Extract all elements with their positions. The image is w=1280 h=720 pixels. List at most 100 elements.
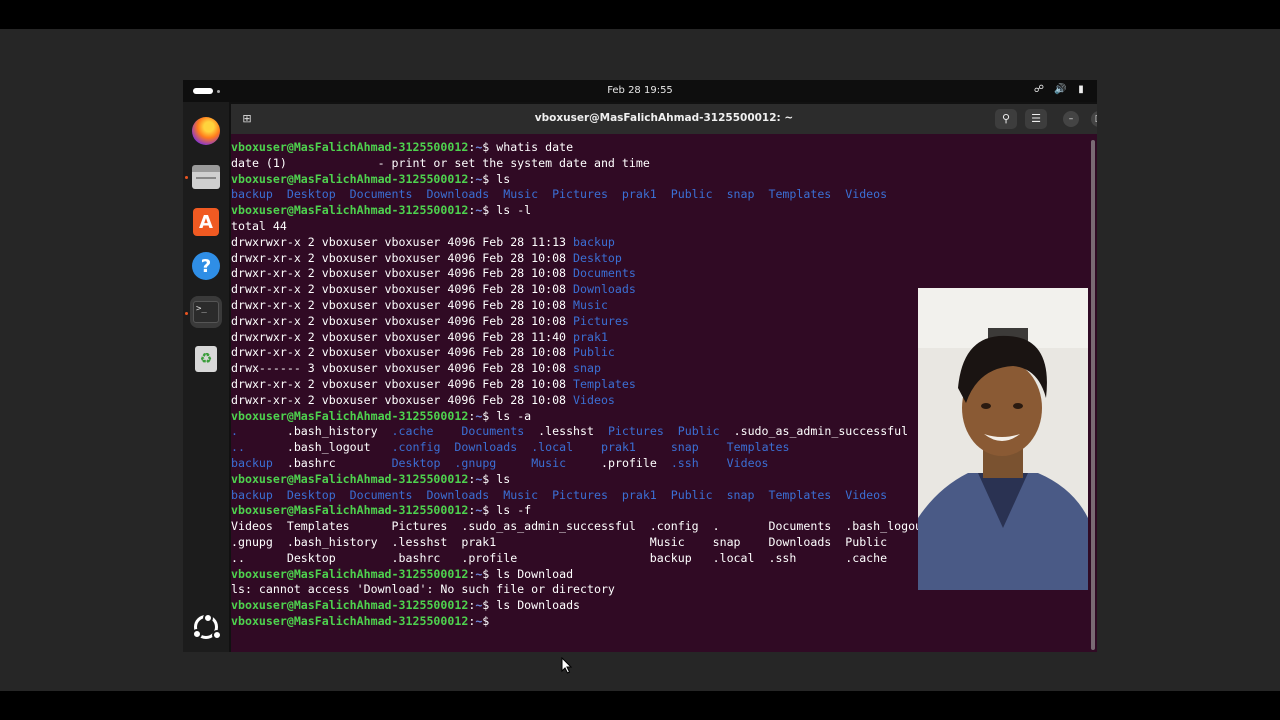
directory-name: backup Desktop Documents Downloads Music… xyxy=(231,187,888,202)
directory-name: Public xyxy=(573,345,615,360)
directory-name: Videos xyxy=(573,392,615,407)
output-text: ls: cannot access 'Download': No such fi… xyxy=(231,582,615,597)
prompt-user: vboxuser@MasFalichAhmad-3125500012 xyxy=(231,613,469,628)
directory-name: Pictures xyxy=(573,313,629,328)
files-icon xyxy=(192,165,220,189)
directory-name: .. xyxy=(231,440,245,455)
command-text: whatis date xyxy=(496,140,574,154)
letterbox-top xyxy=(0,0,1280,29)
prompt-user: vboxuser@MasFalichAhmad-3125500012 xyxy=(231,471,469,486)
network-icon[interactable]: ☍ xyxy=(1033,84,1045,95)
directory-name: .config xyxy=(391,440,441,455)
directory-name: Music xyxy=(531,455,567,470)
output-text: .lesshst xyxy=(524,424,608,439)
directory-name: .gnupg xyxy=(454,455,497,470)
dock-files[interactable] xyxy=(190,161,222,193)
search-icon[interactable]: ⚲ xyxy=(995,109,1017,129)
prompt-symbol: $ xyxy=(482,503,497,518)
directory-name: snap xyxy=(670,440,699,455)
clock[interactable]: Feb 28 19:55 xyxy=(183,85,1097,96)
directory-name: Pictures xyxy=(607,424,664,439)
output-text: total 44 xyxy=(231,218,287,233)
dock-app-center[interactable]: A xyxy=(190,206,222,238)
output-text: drwxr-xr-x 2 vboxuser vboxuser 4096 Feb … xyxy=(231,345,574,360)
system-tray[interactable]: ☍ 🔊 ▮ xyxy=(1033,84,1087,95)
output-text: .. Desktop .bashrc .profile backup .loca… xyxy=(231,550,888,565)
dock-help[interactable]: ? xyxy=(190,250,222,282)
directory-name: Templates xyxy=(573,376,636,391)
directory-name: Desktop xyxy=(573,250,622,265)
prompt-user: vboxuser@MasFalichAhmad-3125500012 xyxy=(231,566,469,581)
volume-icon[interactable]: 🔊 xyxy=(1054,84,1066,95)
output-text: date (1) - print or set the system date … xyxy=(231,155,650,170)
show-apps-button[interactable] xyxy=(190,611,222,643)
terminal-titlebar[interactable]: ⊞ vboxuser@MasFalichAhmad-3125500012: ~ … xyxy=(231,104,1097,134)
directory-name: prak1 xyxy=(573,329,608,344)
terminal-output-line: drwxrwxr-x 2 vboxuser vboxuser 4096 Feb … xyxy=(231,235,1097,251)
command-text: ls Download xyxy=(496,566,574,581)
terminal-output-line: total 44 xyxy=(231,219,1097,235)
dock: A ? >_ ♻ xyxy=(183,102,229,652)
directory-name: Videos xyxy=(726,455,769,470)
dock-trash[interactable]: ♻ xyxy=(190,343,222,375)
hamburger-icon[interactable]: ☰ xyxy=(1025,109,1047,129)
dock-firefox[interactable] xyxy=(190,115,222,147)
directory-name: .local xyxy=(531,440,574,455)
command-text: ls -a xyxy=(496,408,532,423)
maximize-icon[interactable]: □ xyxy=(1091,111,1097,127)
prompt-symbol: $ xyxy=(482,566,497,581)
prompt-symbol: $ xyxy=(482,203,497,218)
directory-name: .cache xyxy=(391,424,434,439)
ubuntu-logo-icon xyxy=(192,613,222,640)
directory-name: .ssh xyxy=(670,455,699,470)
directory-name: Desktop xyxy=(391,455,441,470)
directory-name: prak1 xyxy=(601,440,636,455)
output-text: drwx------ 3 vboxuser vboxuser 4096 Feb … xyxy=(231,361,574,376)
directory-name: backup xyxy=(573,234,615,249)
output-text: drwxr-xr-x 2 vboxuser vboxuser 4096 Feb … xyxy=(231,266,574,281)
directory-name: Downloads xyxy=(573,282,636,297)
output-text: drwxr-xr-x 2 vboxuser vboxuser 4096 Feb … xyxy=(231,313,574,328)
minimize-icon[interactable]: – xyxy=(1063,111,1079,127)
battery-icon[interactable]: ▮ xyxy=(1075,84,1087,95)
output-text: drwxr-xr-x 2 vboxuser vboxuser 4096 Feb … xyxy=(231,282,574,297)
terminal-command-line: vboxuser@MasFalichAhmad-3125500012:~$ ls xyxy=(231,172,1097,188)
prompt-symbol: $ xyxy=(482,471,497,486)
mouse-pointer-icon xyxy=(561,657,573,674)
output-text: drwxr-xr-x 2 vboxuser vboxuser 4096 Feb … xyxy=(231,297,574,312)
output-text: drwxr-xr-x 2 vboxuser vboxuser 4096 Feb … xyxy=(231,376,574,391)
directory-name: Downloads xyxy=(454,440,518,455)
directory-name: backup Desktop Documents Downloads Music… xyxy=(231,487,888,502)
output-text: Videos Templates Pictures .sudo_as_admin… xyxy=(231,519,930,534)
running-indicator xyxy=(185,176,188,179)
terminal-output-line: drwxr-xr-x 2 vboxuser vboxuser 4096 Feb … xyxy=(231,251,1097,267)
webcam-person-image xyxy=(918,288,1088,590)
command-text: ls xyxy=(496,171,511,186)
terminal-scrollbar[interactable] xyxy=(1091,140,1095,650)
dock-terminal[interactable]: >_ xyxy=(190,296,222,328)
output-text: drwxrwxr-x 2 vboxuser vboxuser 4096 Feb … xyxy=(231,234,574,249)
prompt-symbol: $ xyxy=(482,171,497,186)
prompt-user: vboxuser@MasFalichAhmad-3125500012 xyxy=(231,203,469,218)
directory-name: backup xyxy=(231,455,273,470)
prompt-user: vboxuser@MasFalichAhmad-3125500012 xyxy=(231,140,469,154)
output-text: .bash_history xyxy=(237,424,392,439)
terminal-output-line: backup Desktop Documents Downloads Music… xyxy=(231,187,1097,203)
prompt-symbol: $ xyxy=(482,613,497,628)
prompt-symbol: $ xyxy=(482,140,497,154)
terminal-command-line: vboxuser@MasFalichAhmad-3125500012:~$ wh… xyxy=(231,140,1097,156)
directory-name: Documents xyxy=(573,266,636,281)
directory-name: Documents xyxy=(461,424,525,439)
prompt-symbol: $ xyxy=(482,598,497,613)
terminal-output-line: date (1) - print or set the system date … xyxy=(231,156,1097,172)
firefox-icon xyxy=(192,117,220,145)
command-text: ls -f xyxy=(496,503,532,518)
